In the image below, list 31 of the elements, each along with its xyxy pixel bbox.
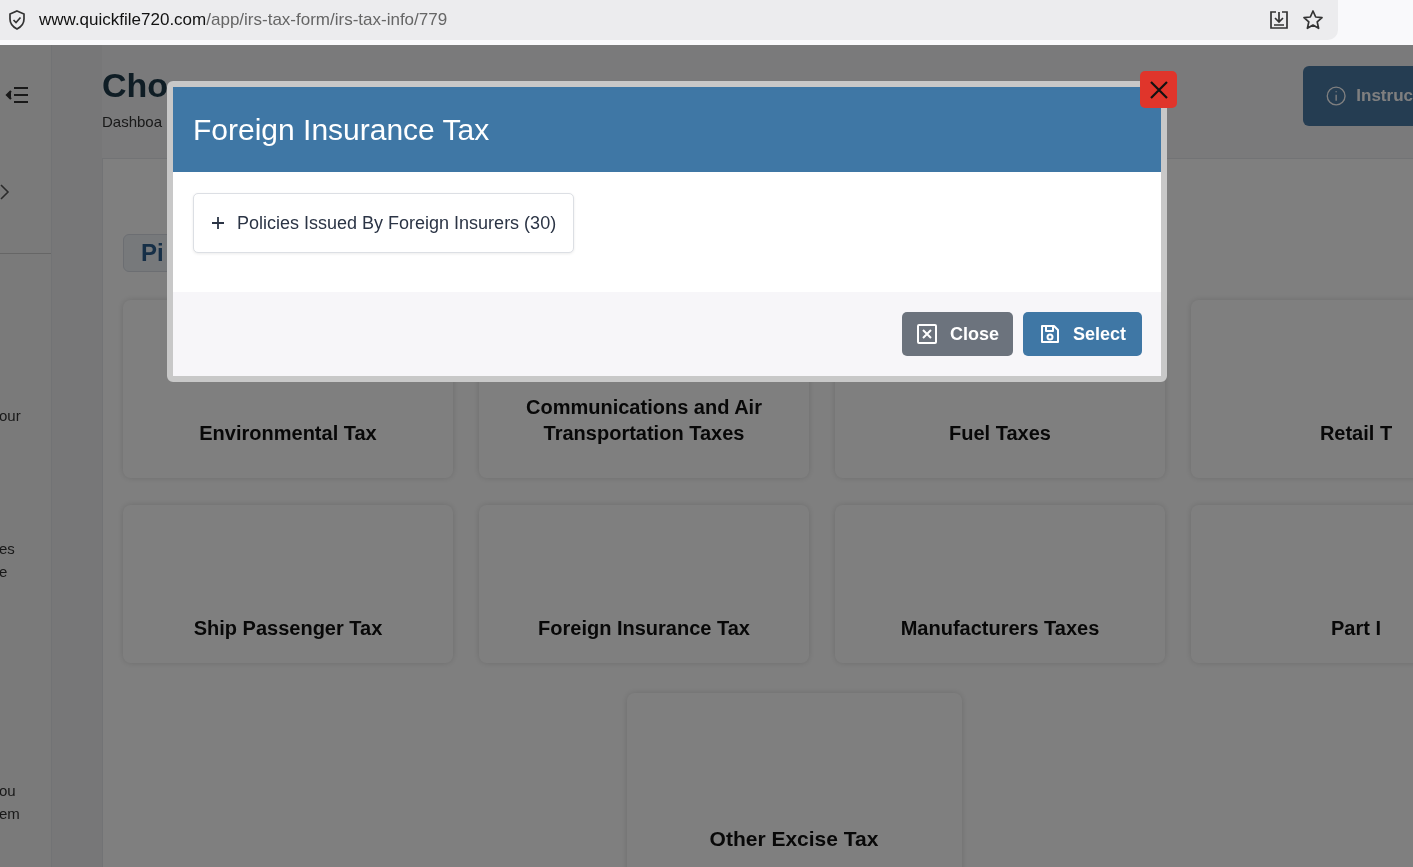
- shield-icon: [7, 9, 27, 31]
- save-icon: [1038, 323, 1061, 345]
- download-icon[interactable]: [1268, 9, 1290, 31]
- category-card[interactable]: Foreign Insurance Tax: [479, 504, 809, 663]
- close-button[interactable]: [1140, 71, 1177, 108]
- accordion-item[interactable]: Policies Issued By Foreign Insurers (30): [193, 193, 575, 253]
- sidebar-text: em: [0, 804, 21, 824]
- url-text: www.quickfile720.com/app/irs-tax-form/irs-tax-info/779: [39, 9, 448, 32]
- plus-icon: [211, 216, 225, 230]
- sidebar-text: our: [0, 406, 22, 426]
- modal-title: Foreign Insurance Tax: [193, 112, 490, 148]
- sidebar-text: es: [0, 539, 16, 559]
- page-title: Cho: [102, 65, 169, 105]
- breadcrumb[interactable]: Dashboa: [102, 111, 169, 134]
- instructions-button[interactable]: Instruc: [1303, 66, 1413, 126]
- close-icon: [1148, 79, 1169, 100]
- sidebar-text: e: [0, 562, 9, 582]
- category-card[interactable]: Other Excise Tax: [626, 692, 962, 867]
- address-bar[interactable]: www.quickfile720.com/app/irs-tax-form/irs-tax-info/779: [0, 0, 1338, 40]
- info-icon: [1326, 84, 1347, 108]
- menu-collapse-icon[interactable]: [5, 85, 29, 105]
- category-card[interactable]: Part I: [1191, 504, 1413, 663]
- star-icon[interactable]: [1302, 9, 1324, 31]
- close-button[interactable]: Close: [901, 312, 1013, 356]
- close-icon: [915, 323, 938, 345]
- category-card[interactable]: Ship Passenger Tax: [123, 504, 453, 663]
- sidebar-text: ou: [0, 781, 17, 801]
- category-card[interactable]: Manufacturers Taxes: [835, 504, 1165, 663]
- select-button[interactable]: Select: [1022, 312, 1142, 356]
- category-card[interactable]: Retail T: [1191, 299, 1413, 478]
- chevron-right-icon[interactable]: [0, 183, 10, 201]
